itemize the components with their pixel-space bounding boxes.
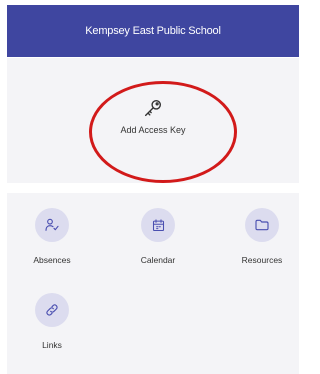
app-header: Kempsey East Public School [7,5,299,57]
calendar-icon [141,208,175,242]
person-check-icon [35,208,69,242]
access-key-panel: Add Access Key [7,58,299,183]
tile-links[interactable]: Links [17,293,87,365]
feature-grid: Absences Calendar Resources Links [7,193,299,374]
add-access-key-label: Add Access Key [120,125,186,135]
key-icon [144,99,162,117]
add-access-key-button[interactable]: Add Access Key [89,83,217,165]
tile-resources[interactable]: Resources [227,208,297,280]
tile-calendar[interactable]: Calendar [123,208,193,280]
tile-label: Calendar [140,255,176,265]
link-icon [35,293,69,327]
tile-label: Absences [33,255,71,265]
tile-absences[interactable]: Absences [17,208,87,280]
tile-label: Resources [241,255,283,265]
folder-icon [245,208,279,242]
tile-label: Links [42,340,62,350]
school-name: Kempsey East Public School [85,25,221,37]
